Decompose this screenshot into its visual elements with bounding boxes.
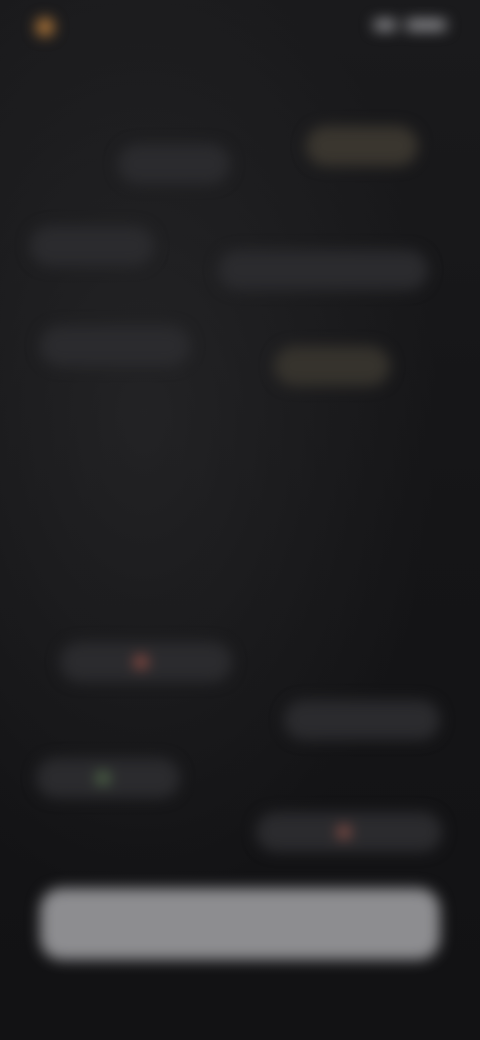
battery-icon — [406, 20, 446, 30]
red-dot-icon — [135, 656, 147, 668]
blurred-onboarding-screen — [0, 0, 480, 1040]
topic-chip-3[interactable] — [30, 226, 154, 266]
status-bar-left — [36, 18, 64, 36]
topic-chip-1[interactable] — [118, 144, 230, 184]
app-logo-icon — [36, 18, 54, 36]
topic-chip-5[interactable] — [40, 326, 190, 366]
topic-chip-8[interactable] — [284, 700, 440, 740]
topic-chip-10[interactable] — [256, 812, 442, 852]
topic-chip-6[interactable] — [274, 346, 390, 386]
red-dot-icon — [338, 826, 350, 838]
signal-icon — [374, 20, 396, 30]
continue-button[interactable] — [40, 888, 440, 960]
status-bar-right — [374, 20, 446, 30]
topic-chip-9[interactable] — [36, 758, 180, 798]
topic-chip-2[interactable] — [306, 126, 418, 166]
topic-chip-7[interactable] — [60, 642, 232, 682]
green-dot-icon — [97, 772, 109, 784]
topic-chip-4[interactable] — [218, 250, 428, 290]
